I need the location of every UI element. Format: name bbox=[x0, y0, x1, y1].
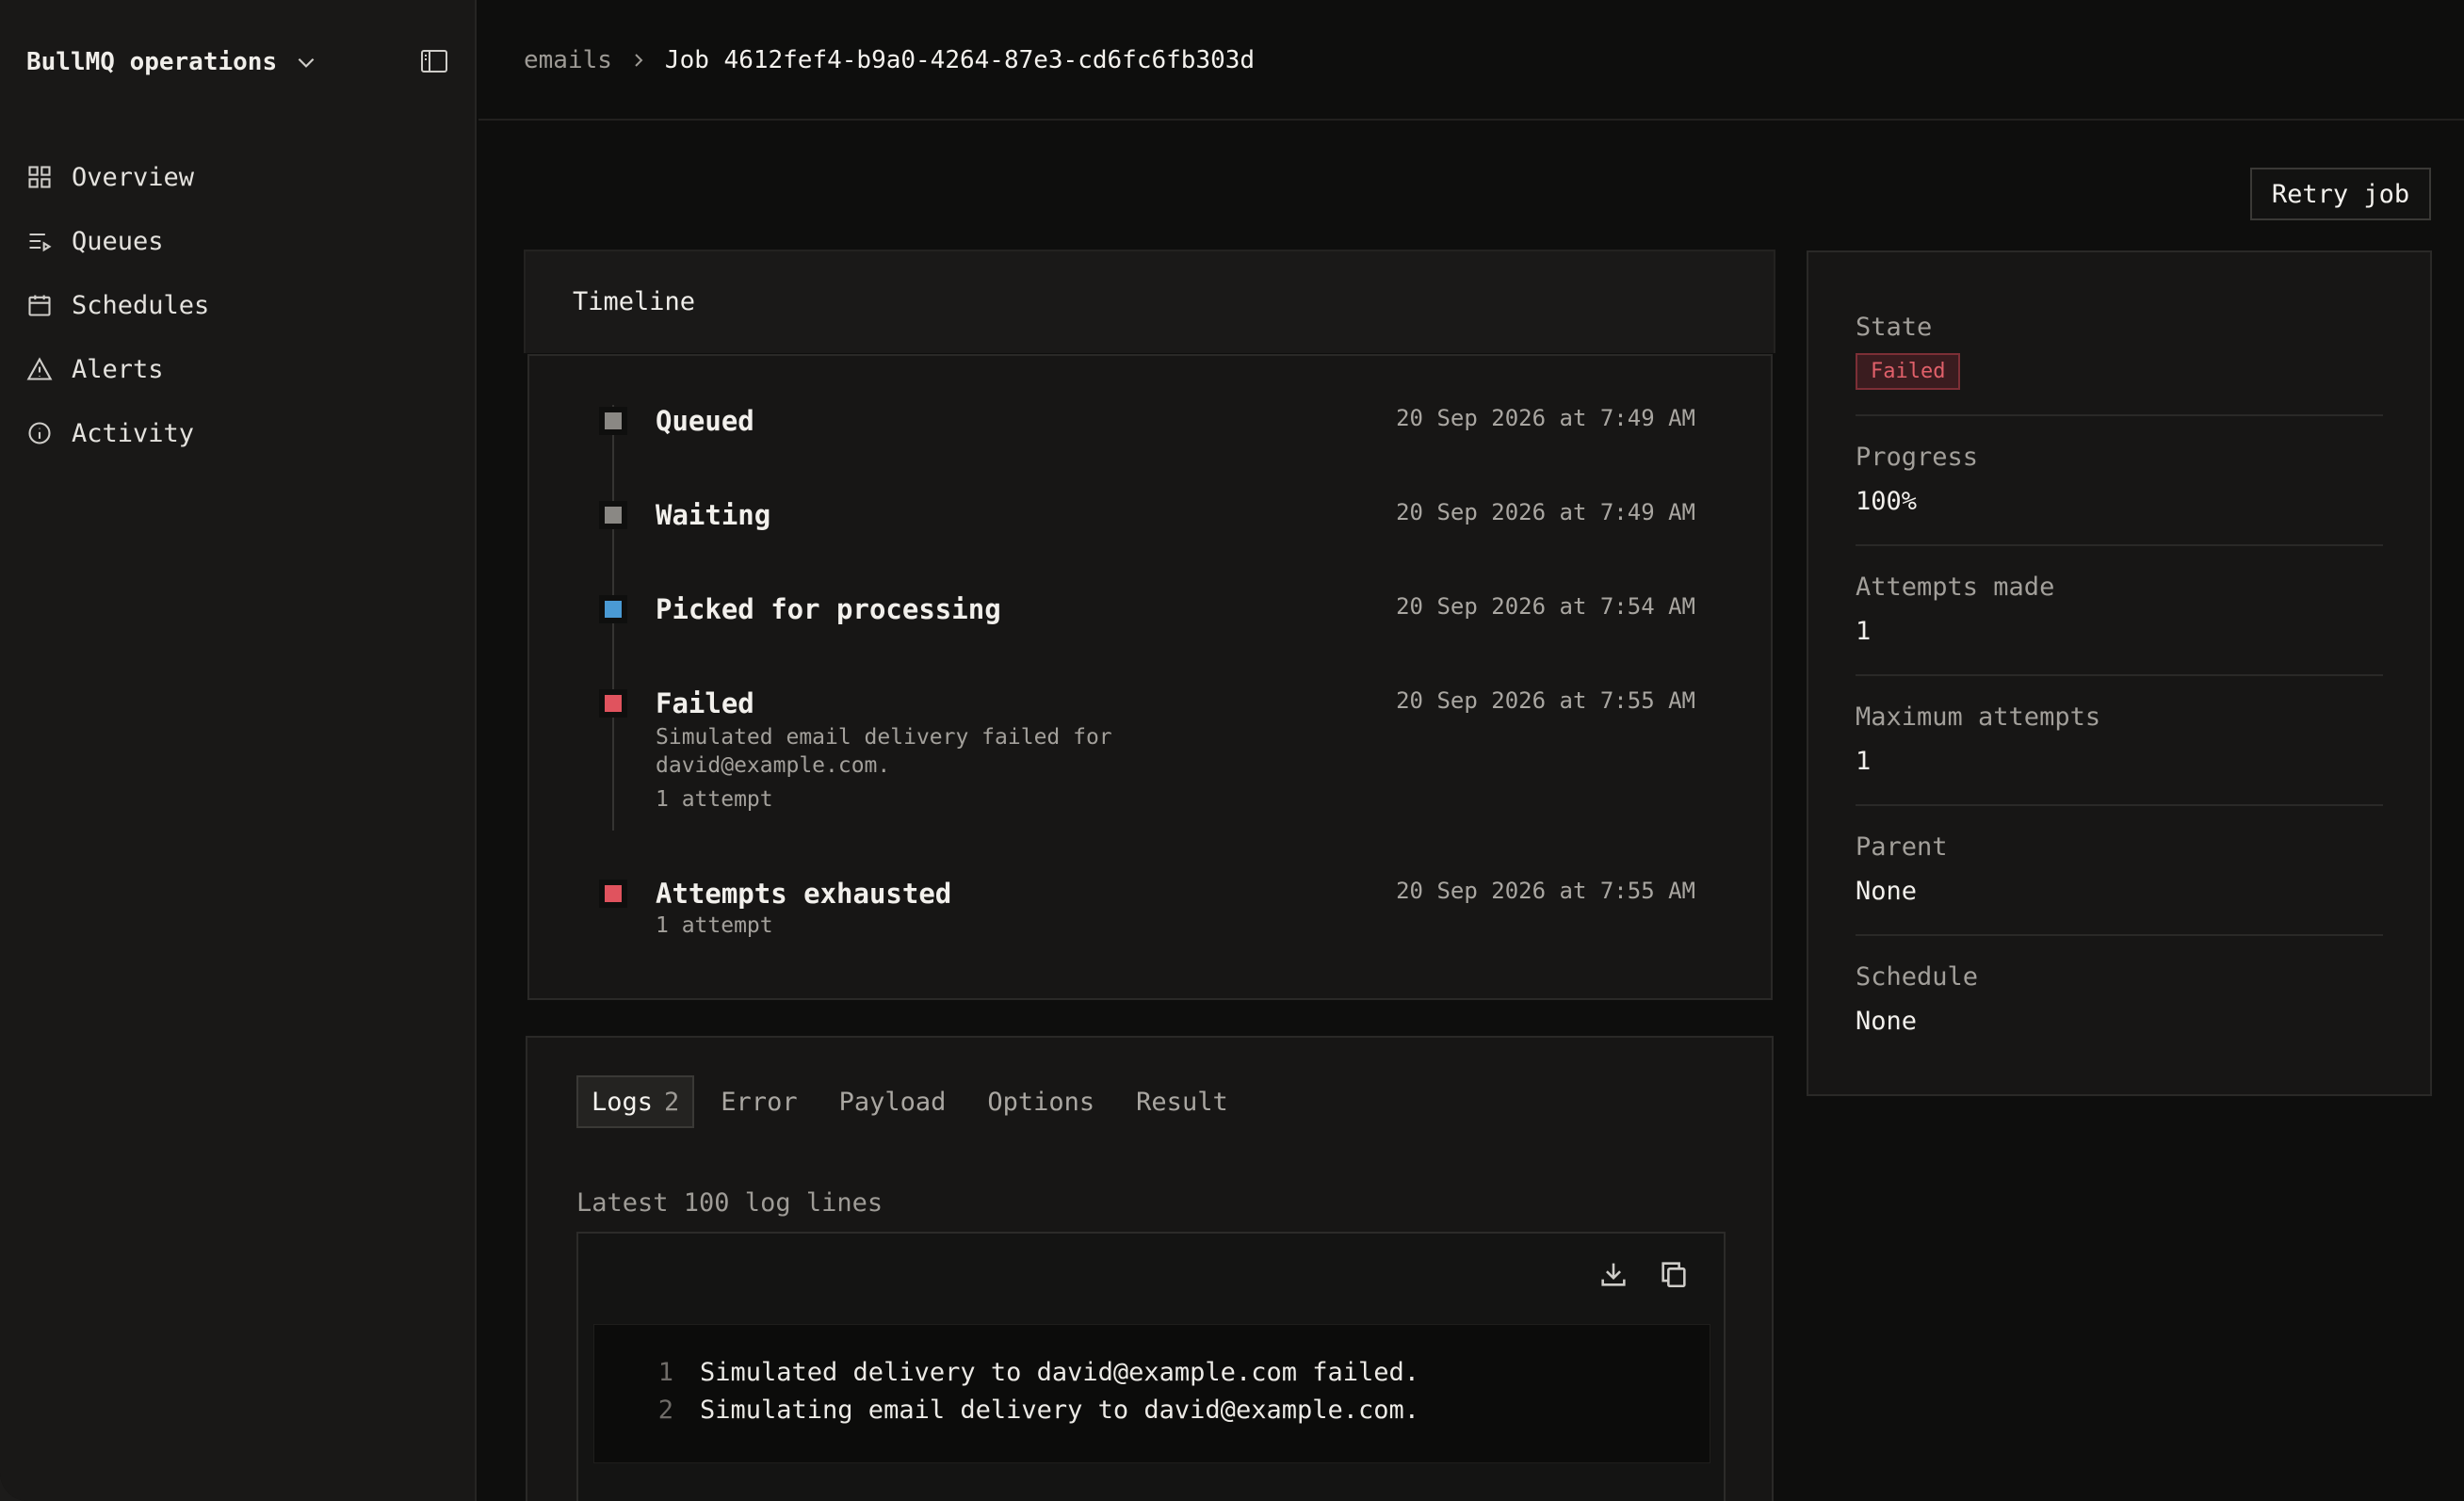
app-window: BullMQ operations Overview Queues Schedu… bbox=[0, 0, 2464, 1501]
detail-progress: Progress 100% bbox=[1856, 443, 2383, 546]
org-switcher[interactable]: BullMQ operations bbox=[26, 43, 318, 81]
line-number: 2 bbox=[657, 1395, 673, 1425]
sidebar-nav: Overview Queues Schedules Alerts Activit… bbox=[26, 145, 209, 465]
sidebar-item-activity[interactable]: Activity bbox=[26, 401, 209, 465]
download-icon[interactable] bbox=[1597, 1258, 1629, 1290]
detail-max-attempts: Maximum attempts 1 bbox=[1856, 702, 2383, 806]
log-line: 2 Simulating email delivery to david@exa… bbox=[594, 1391, 1419, 1428]
warning-triangle-icon bbox=[26, 357, 53, 380]
event-marker bbox=[599, 880, 627, 908]
event-title: Picked for processing bbox=[656, 593, 1001, 625]
log-line: 1 Simulated delivery to david@example.co… bbox=[594, 1353, 1419, 1391]
chevron-down-icon bbox=[298, 57, 315, 68]
org-name: BullMQ operations bbox=[26, 48, 278, 76]
timeline-header: Timeline bbox=[524, 250, 1775, 353]
event-marker bbox=[599, 595, 627, 623]
sidebar-item-label: Queues bbox=[72, 226, 164, 256]
sidebar-item-label: Alerts bbox=[72, 354, 164, 384]
detail-schedule: Schedule None bbox=[1856, 962, 2383, 1066]
grid-icon bbox=[28, 166, 51, 188]
sidebar-item-queues[interactable]: Queues bbox=[26, 209, 209, 273]
copy-icon[interactable] bbox=[1658, 1258, 1690, 1290]
sidebar-item-label: Schedules bbox=[72, 290, 210, 320]
status-badge: Failed bbox=[1856, 353, 1961, 390]
event-attempts: 1 attempt bbox=[656, 787, 773, 812]
job-details-panel: State Failed Progress 100% Attempts made… bbox=[1807, 250, 2432, 1096]
sidebar-item-label: Activity bbox=[72, 418, 195, 448]
tab-payload[interactable]: Payload bbox=[824, 1075, 962, 1128]
job-details-tabs-card: Logs 2 Error Payload Options Result Late… bbox=[526, 1036, 1774, 1501]
tab-bar: Logs 2 Error Payload Options Result bbox=[576, 1075, 1243, 1128]
list-play-icon bbox=[29, 233, 52, 252]
log-toolbar bbox=[1597, 1258, 1690, 1290]
event-marker bbox=[599, 501, 627, 529]
event-title: Waiting bbox=[656, 499, 771, 531]
detail-label: Parent bbox=[1856, 832, 1948, 862]
detail-parent: Parent None bbox=[1856, 832, 2383, 936]
line-text: Simulating email delivery to david@examp… bbox=[700, 1395, 1420, 1425]
tab-logs[interactable]: Logs 2 bbox=[576, 1075, 695, 1128]
chevron-right-icon bbox=[635, 54, 643, 67]
event-time: 20 Sep 2026 at 7:55 AM bbox=[1396, 878, 1695, 904]
event-title: Attempts exhausted bbox=[656, 878, 952, 910]
event-title: Failed bbox=[656, 687, 754, 719]
sidebar-item-label: Overview bbox=[72, 162, 195, 192]
status-dot bbox=[605, 695, 622, 712]
detail-label: Attempts made bbox=[1856, 573, 2055, 602]
log-caption: Latest 100 log lines bbox=[576, 1188, 883, 1218]
event-time: 20 Sep 2026 at 7:49 AM bbox=[1396, 499, 1695, 525]
retry-job-button[interactable]: Retry job bbox=[2250, 168, 2431, 220]
detail-value: None bbox=[1856, 1007, 1918, 1036]
info-circle-icon bbox=[28, 422, 51, 444]
event-attempts: 1 attempt bbox=[656, 913, 773, 938]
status-dot bbox=[605, 412, 622, 429]
detail-value: 1 bbox=[1856, 617, 1872, 646]
status-dot bbox=[605, 507, 622, 524]
sidebar: BullMQ operations Overview Queues Schedu… bbox=[0, 0, 477, 1501]
line-text: Simulated delivery to david@example.com … bbox=[700, 1357, 1420, 1387]
detail-label: Progress bbox=[1856, 443, 1979, 472]
status-dot bbox=[605, 885, 622, 902]
log-code-block: 1 Simulated delivery to david@example.co… bbox=[593, 1324, 1710, 1463]
detail-state: State Failed bbox=[1856, 313, 2383, 416]
line-number: 1 bbox=[657, 1357, 673, 1387]
log-viewer: 1 Simulated delivery to david@example.co… bbox=[576, 1232, 1726, 1501]
event-description: Simulated email delivery failed for davi… bbox=[656, 725, 1112, 778]
sidebar-toggle-icon[interactable] bbox=[420, 49, 448, 73]
detail-value: 1 bbox=[1856, 747, 1872, 776]
detail-label: State bbox=[1856, 313, 1933, 342]
tab-error[interactable]: Error bbox=[705, 1075, 812, 1128]
tab-count-badge: 2 bbox=[664, 1087, 680, 1117]
timeline-title: Timeline bbox=[573, 287, 696, 316]
event-marker bbox=[599, 689, 627, 718]
calendar-icon bbox=[28, 295, 51, 316]
detail-label: Maximum attempts bbox=[1856, 702, 2101, 732]
detail-value: 100% bbox=[1856, 487, 1918, 516]
event-time: 20 Sep 2026 at 7:55 AM bbox=[1396, 687, 1695, 714]
detail-value: None bbox=[1856, 877, 1918, 906]
breadcrumb: emails Job 4612fef4-b9a0-4264-87e3-cd6fc… bbox=[524, 43, 1255, 77]
sidebar-item-alerts[interactable]: Alerts bbox=[26, 337, 209, 401]
detail-label: Schedule bbox=[1856, 962, 1979, 992]
breadcrumb-queue-link[interactable]: emails bbox=[524, 46, 612, 74]
breadcrumb-current: Job 4612fef4-b9a0-4264-87e3-cd6fc6fb303d bbox=[664, 46, 1256, 74]
tab-options[interactable]: Options bbox=[972, 1075, 1110, 1128]
event-marker bbox=[599, 407, 627, 435]
timeline-card: Queued 20 Sep 2026 at 7:49 AM Waiting 20… bbox=[527, 354, 1773, 1000]
tab-result[interactable]: Result bbox=[1121, 1075, 1243, 1128]
status-dot bbox=[605, 601, 622, 618]
event-time: 20 Sep 2026 at 7:54 AM bbox=[1396, 593, 1695, 620]
event-title: Queued bbox=[656, 405, 754, 437]
event-time: 20 Sep 2026 at 7:49 AM bbox=[1396, 405, 1695, 431]
detail-attempts-made: Attempts made 1 bbox=[1856, 573, 2383, 676]
sidebar-item-schedules[interactable]: Schedules bbox=[26, 273, 209, 337]
sidebar-item-overview[interactable]: Overview bbox=[26, 145, 209, 209]
top-bar: emails Job 4612fef4-b9a0-4264-87e3-cd6fc… bbox=[478, 0, 2464, 121]
tab-label: Logs bbox=[592, 1087, 654, 1117]
